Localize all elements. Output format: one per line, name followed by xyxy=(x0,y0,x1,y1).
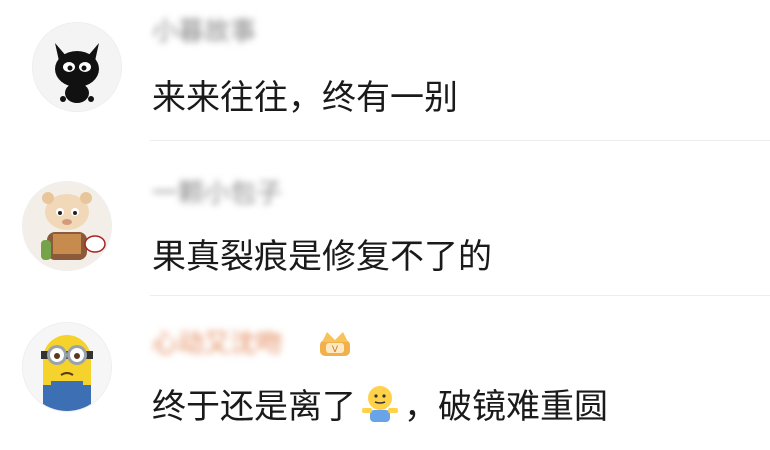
black-cat-avatar-icon xyxy=(33,23,121,111)
username[interactable]: 一颗小包子 xyxy=(152,180,282,208)
username[interactable]: 小暮故事 xyxy=(152,18,256,46)
svg-text:V: V xyxy=(332,345,339,355)
comment-text: 果真裂痕是修复不了的 xyxy=(152,237,492,277)
divider xyxy=(150,295,770,296)
comment-text: 终于还是离了 ，破镜难重圆 xyxy=(152,384,608,427)
comment-item: 一颗小包子 果真裂痕是修复不了的 xyxy=(0,145,770,296)
cartoon-bear-avatar-icon xyxy=(23,182,111,270)
avatar[interactable] xyxy=(22,322,112,412)
comment-item: 心动又沈吻 V 终于还是离了 ，破镜难重圆 xyxy=(0,300,770,450)
comment-text-part: ，破镜难重圆 xyxy=(404,387,608,427)
divider xyxy=(150,140,770,141)
avatar[interactable] xyxy=(22,181,112,271)
avatar[interactable] xyxy=(32,22,122,112)
comment-text: 来来往往，终有一别 xyxy=(152,78,458,118)
username[interactable]: 心动又沈吻 xyxy=(152,330,282,358)
crown-badge-icon: V xyxy=(320,332,350,356)
comment-item: 小暮故事 来来往往，终有一别 xyxy=(0,0,770,141)
shrug-emoji-icon xyxy=(362,386,398,422)
comment-feed: 小暮故事 来来往往，终有一别 一颗小包子 果真裂痕是修复不了的 心动又沈吻 V … xyxy=(0,0,770,450)
comment-text-part: 终于还是离了 xyxy=(152,387,356,427)
minion-avatar-icon xyxy=(23,323,111,411)
